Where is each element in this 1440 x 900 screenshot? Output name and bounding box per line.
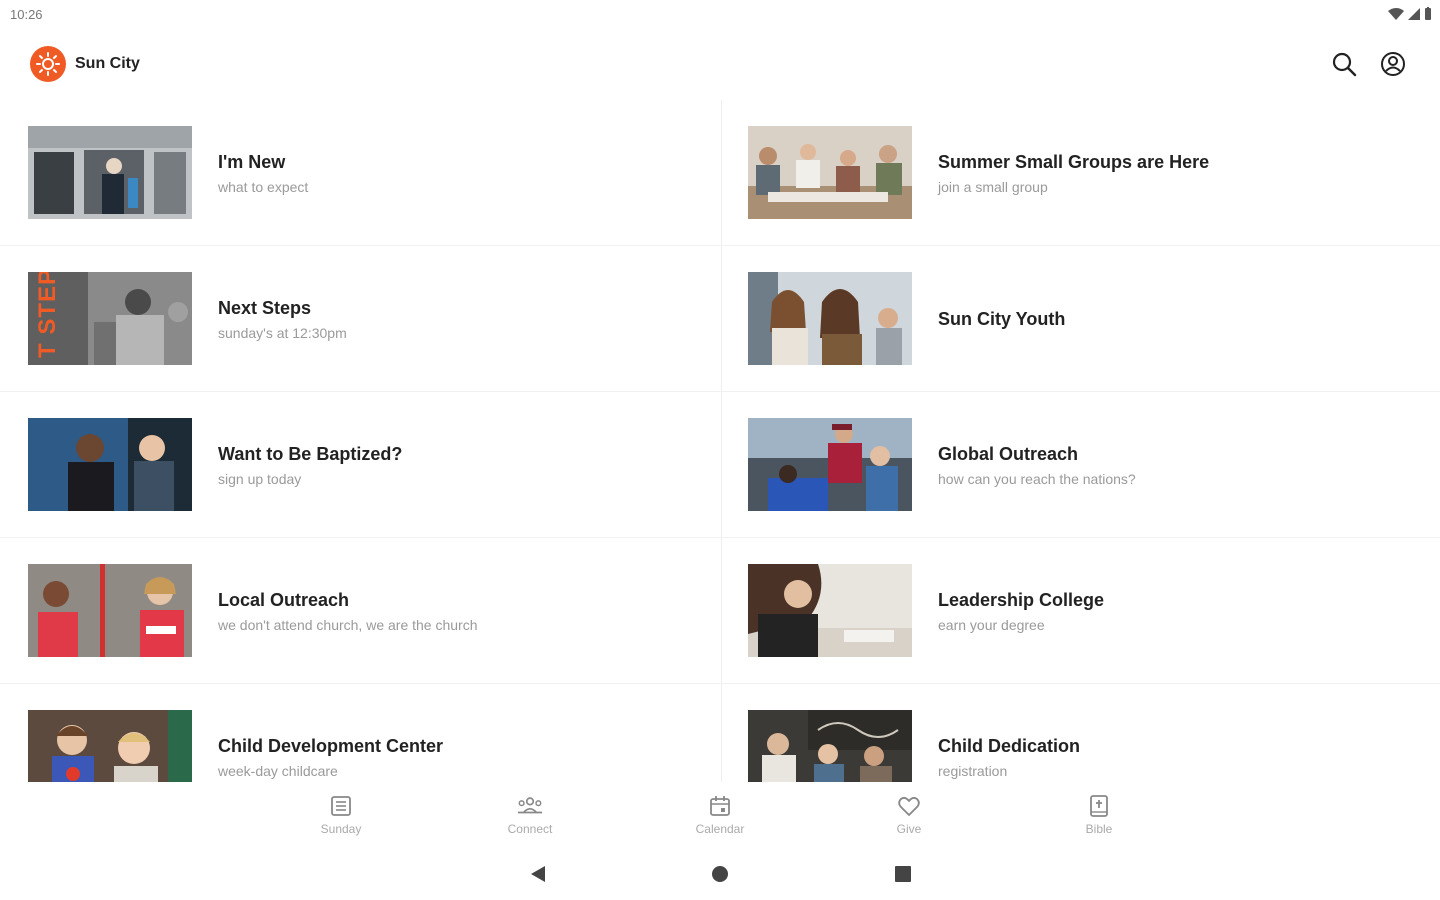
battery-icon (1425, 7, 1431, 20)
sunday-icon (328, 794, 354, 818)
card-thumbnail (748, 710, 912, 782)
card-title: Want to Be Baptized? (218, 444, 403, 464)
card-summer-small-groups[interactable]: Summer Small Groups are Here join a smal… (720, 100, 1440, 246)
nav-label: Connect (507, 822, 553, 836)
card-subtitle: week-day childcare (218, 763, 338, 779)
card-thumbnail (28, 710, 192, 782)
nav-calendar[interactable]: Calendar (680, 794, 760, 836)
system-home-button[interactable] (708, 862, 732, 886)
card-subtitle: sunday's at 12:30pm (218, 325, 347, 341)
app-bar: Sun City (0, 36, 1440, 92)
card-thumbnail (748, 564, 912, 657)
card-subtitle: we don't attend church, we are the churc… (218, 617, 478, 633)
bottom-navigation: Sunday Connect Calendar Give Bible (0, 782, 1440, 844)
signal-icon (1408, 7, 1420, 20)
card-title: Local Outreach (218, 590, 350, 610)
card-thumbnail (748, 126, 912, 219)
card-thumbnail (28, 126, 192, 219)
sun-city-logo (30, 46, 66, 82)
card-thumbnail (28, 564, 192, 657)
card-thumbnail (748, 418, 912, 511)
heart-icon (896, 794, 922, 818)
app-title: Sun City (75, 55, 140, 72)
card-child-development-center[interactable]: Child Development Center week-day childc… (0, 684, 720, 782)
nav-label: Calendar (695, 822, 745, 836)
card-thumbnail (28, 418, 192, 511)
connect-icon (517, 794, 543, 818)
wifi-icon (1388, 7, 1404, 20)
recents-square-icon (895, 866, 911, 882)
account-button[interactable] (1379, 50, 1407, 78)
card-thumbnail: T STEPS (28, 272, 192, 365)
nav-bible[interactable]: Bible (1059, 794, 1139, 836)
account-icon (1381, 52, 1405, 76)
card-title: Sun City Youth (938, 309, 1066, 329)
nav-give[interactable]: Give (869, 794, 949, 836)
nav-sunday[interactable]: Sunday (301, 794, 381, 836)
card-im-new[interactable]: I'm New what to expect (0, 100, 720, 246)
nav-label: Give (896, 822, 922, 836)
system-navigation-bar (0, 852, 1440, 896)
card-global-outreach[interactable]: Global Outreach how can you reach the na… (720, 392, 1440, 538)
card-subtitle: registration (938, 763, 1008, 779)
card-subtitle: what to expect (218, 179, 309, 195)
card-child-dedication[interactable]: Child Dedication registration (720, 684, 1440, 782)
card-sun-city-youth[interactable]: Sun City Youth (720, 246, 1440, 392)
card-thumbnail (748, 272, 912, 365)
bible-icon (1086, 794, 1112, 818)
search-icon (1332, 52, 1357, 77)
card-title: Child Dedication (938, 736, 1081, 756)
card-leadership-college[interactable]: Leadership College earn your degree (720, 538, 1440, 684)
calendar-icon (707, 794, 733, 818)
home-circle-icon (712, 866, 728, 882)
card-title: Child Development Center (218, 736, 444, 756)
search-button[interactable] (1330, 50, 1358, 78)
status-icons (1388, 7, 1432, 20)
nav-connect[interactable]: Connect (490, 794, 570, 836)
card-title: Global Outreach (938, 444, 1079, 464)
card-title: Leadership College (938, 590, 1105, 610)
system-recents-button[interactable] (891, 862, 915, 886)
nav-label: Sunday (320, 822, 362, 836)
system-back-button[interactable] (526, 862, 550, 886)
back-triangle-icon (531, 866, 545, 882)
card-subtitle: join a small group (938, 179, 1048, 195)
card-local-outreach[interactable]: Local Outreach we don't attend church, w… (0, 538, 720, 684)
nav-label: Bible (1085, 822, 1113, 836)
card-title: Summer Small Groups are Here (938, 152, 1210, 172)
card-next-steps[interactable]: T STEPS Next Steps sunday's at 12:30pm (0, 246, 720, 392)
card-subtitle: earn your degree (938, 617, 1045, 633)
sun-icon (36, 52, 60, 76)
status-time: 10:26 (10, 7, 43, 22)
next-steps-thumb-text: T STEPS (34, 272, 61, 358)
card-subtitle: how can you reach the nations? (938, 471, 1136, 487)
status-bar: 10:26 (0, 0, 1440, 28)
card-subtitle: sign up today (218, 471, 302, 487)
card-want-to-be-baptized[interactable]: Want to Be Baptized? sign up today (0, 392, 720, 538)
content-grid: I'm New what to expect Summer Small Grou… (0, 100, 1440, 782)
card-title: I'm New (218, 152, 286, 172)
card-title: Next Steps (218, 298, 312, 318)
